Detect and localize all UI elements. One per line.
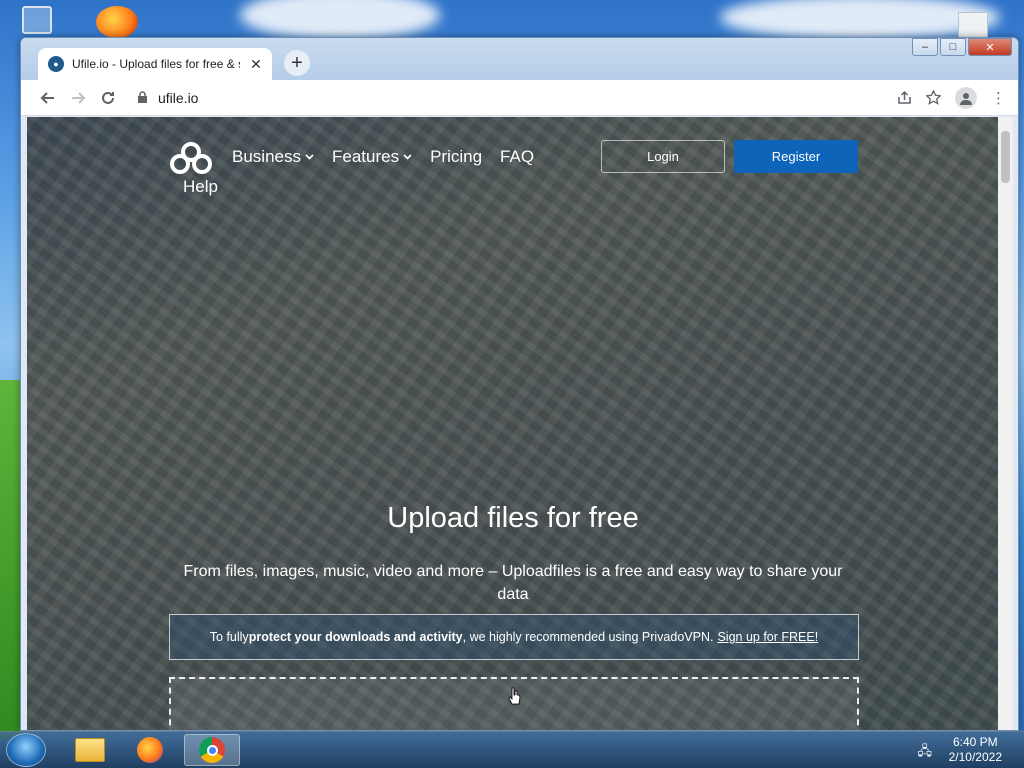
- tab-close-icon[interactable]: ✕: [248, 56, 264, 73]
- firefox-icon: [137, 737, 163, 763]
- nav-pricing[interactable]: Pricing: [430, 147, 482, 167]
- scroll-thumb[interactable]: [1001, 131, 1010, 183]
- url-text[interactable]: ufile.io: [158, 90, 198, 106]
- tab-ufile[interactable]: ● Ufile.io - Upload files for free & s ✕: [38, 48, 272, 80]
- clock-time: 6:40 PM: [952, 735, 998, 749]
- new-tab-button[interactable]: +: [284, 50, 310, 76]
- taskbar-explorer[interactable]: [62, 734, 118, 766]
- chrome-icon: [199, 737, 225, 763]
- maximize-button[interactable]: □: [940, 38, 966, 56]
- promo-prefix: To fully: [209, 630, 249, 644]
- menu-kebab-icon[interactable]: ⋮: [991, 89, 1006, 107]
- recycle-bin-icon[interactable]: [22, 6, 52, 34]
- network-tray-icon[interactable]: 🖧: [918, 742, 933, 764]
- page-content: Business Features Pricing FAQ Help Login…: [27, 117, 999, 730]
- taskbar-firefox[interactable]: [122, 734, 178, 766]
- toolbar-actions: ⋮: [897, 86, 1006, 109]
- nav-faq[interactable]: FAQ: [500, 147, 534, 167]
- taskbar: 🖧 6:40 PM 2/10/2022: [0, 731, 1024, 768]
- start-button[interactable]: [6, 733, 46, 767]
- ufile-logo-icon[interactable]: [167, 142, 215, 176]
- browser-toolbar: ufile.io ⋮: [21, 80, 1018, 116]
- profile-avatar-icon[interactable]: [955, 86, 977, 109]
- page-viewport: Business Features Pricing FAQ Help Login…: [27, 117, 999, 730]
- folder-icon: [75, 738, 105, 762]
- vpn-promo-banner: To fully protect your downloads and acti…: [169, 614, 859, 660]
- share-icon[interactable]: [897, 90, 912, 105]
- chevron-down-icon: [403, 154, 412, 160]
- nav-business-label: Business: [232, 147, 301, 166]
- nav-business[interactable]: Business: [232, 147, 314, 167]
- promo-signup-link[interactable]: Sign up for FREE!: [717, 630, 818, 644]
- title-bar: ● Ufile.io - Upload files for free & s ✕…: [21, 38, 1018, 80]
- register-button[interactable]: Register: [734, 140, 858, 173]
- bookmark-star-icon[interactable]: [926, 90, 941, 105]
- clock-date: 2/10/2022: [948, 750, 1002, 764]
- reload-icon: [102, 91, 114, 104]
- forward-arrow-icon: [72, 91, 86, 104]
- nav-help[interactable]: Help: [183, 177, 218, 197]
- tab-title: Ufile.io - Upload files for free & s: [72, 57, 240, 71]
- back-button[interactable]: [33, 83, 63, 113]
- back-arrow-icon: [40, 91, 54, 104]
- page-scrollbar[interactable]: [998, 117, 1013, 730]
- hero-subtitle: From files, images, music, video and mor…: [183, 563, 843, 603]
- login-button[interactable]: Login: [601, 140, 725, 173]
- nav-features[interactable]: Features: [332, 147, 412, 167]
- hero-title: Upload files for free: [387, 502, 639, 534]
- desktop-cloud: [240, 0, 440, 40]
- browser-window: ● Ufile.io - Upload files for free & s ✕…: [20, 37, 1019, 731]
- promo-bold-text: protect your downloads and activity: [248, 630, 463, 644]
- window-controls: – □ ✕: [912, 38, 1012, 56]
- firefox-desktop-icon[interactable]: [96, 6, 138, 38]
- main-nav: Business Features Pricing FAQ: [232, 147, 534, 167]
- close-window-button[interactable]: ✕: [968, 38, 1012, 56]
- ufile-favicon-icon: ●: [48, 56, 64, 72]
- mouse-cursor-icon: [508, 687, 521, 705]
- lock-icon: [138, 91, 147, 103]
- taskbar-clock[interactable]: 6:40 PM 2/10/2022: [949, 735, 1002, 765]
- minimize-button[interactable]: –: [912, 38, 938, 56]
- address-bar[interactable]: ufile.io: [137, 90, 897, 106]
- taskbar-chrome[interactable]: [184, 734, 240, 766]
- chevron-down-icon: [305, 154, 314, 160]
- forward-button[interactable]: [63, 83, 93, 113]
- promo-suffix: , we highly recommended using PrivadoVPN…: [462, 630, 714, 644]
- nav-features-label: Features: [331, 147, 400, 166]
- reload-button[interactable]: [93, 83, 123, 113]
